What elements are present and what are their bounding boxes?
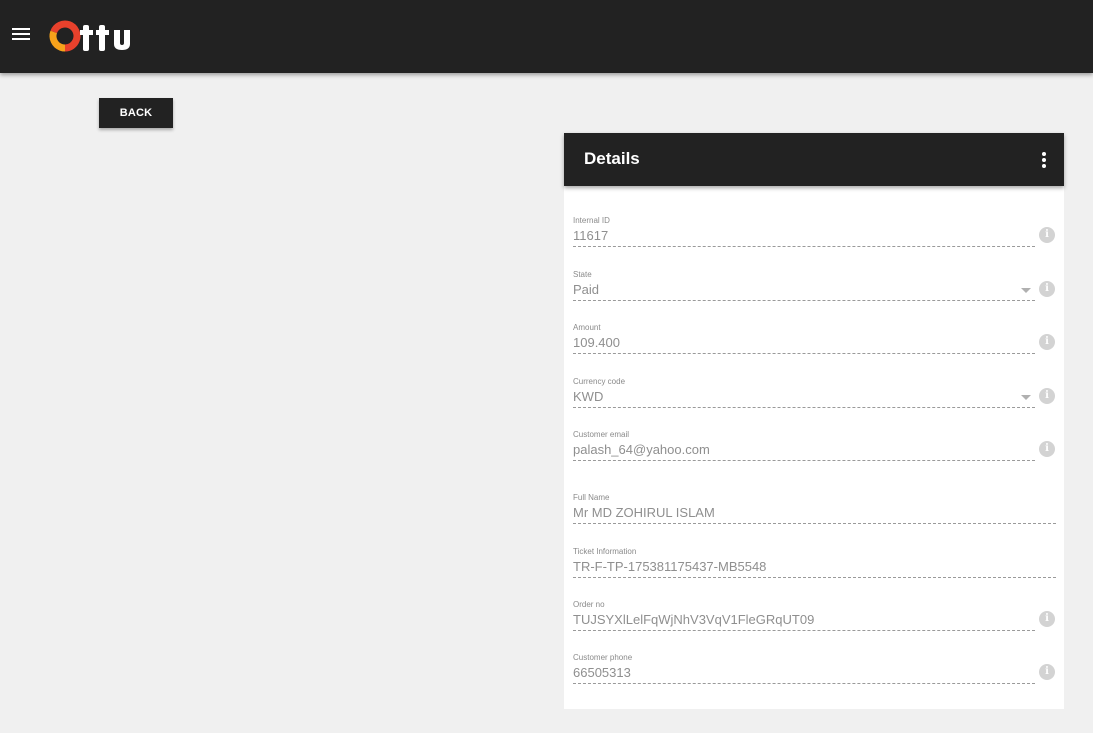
field-label: State <box>573 270 592 279</box>
dropdown-caret-icon[interactable] <box>1021 395 1031 400</box>
field-underline <box>573 523 1056 524</box>
back-button[interactable]: BACK <box>99 98 173 128</box>
field-label: Ticket Information <box>573 547 637 556</box>
field-underline <box>573 407 1035 408</box>
field-label: Internal ID <box>573 216 610 225</box>
field-label: Customer email <box>573 430 630 439</box>
field-value: TUJSYXlLelFqWjNhV3VqV1FleGRqUT09 <box>573 612 815 627</box>
field-underline <box>573 246 1035 247</box>
top-app-bar <box>0 0 1093 73</box>
field-value: 11617 <box>573 228 609 243</box>
field-value: Mr MD ZOHIRUL ISLAM <box>573 505 715 520</box>
field-label: Order no <box>573 600 605 609</box>
field-value: 109.400 <box>573 335 620 350</box>
info-icon[interactable]: i <box>1039 611 1055 627</box>
field-label: Currency code <box>573 377 626 386</box>
details-header: Details <box>564 133 1064 186</box>
details-title: Details <box>584 149 640 168</box>
ottu-logo[interactable] <box>48 17 144 55</box>
info-icon[interactable]: i <box>1039 281 1055 297</box>
more-options-icon[interactable] <box>1038 152 1050 168</box>
info-icon[interactable]: i <box>1039 441 1055 457</box>
field-underline <box>573 577 1056 578</box>
field-underline <box>573 460 1035 461</box>
info-icon[interactable]: i <box>1039 227 1055 243</box>
dropdown-caret-icon[interactable] <box>1021 288 1031 293</box>
details-panel: Details Internal ID 11617 i State Paid i… <box>564 133 1064 709</box>
field-label: Full Name <box>573 493 610 502</box>
field-value: 66505313 <box>573 665 631 680</box>
field-underline <box>573 630 1035 631</box>
info-icon[interactable]: i <box>1039 664 1055 680</box>
field-underline <box>573 353 1035 354</box>
field-label: Customer phone <box>573 653 633 662</box>
field-value: palash_64@yahoo.com <box>573 442 710 457</box>
hamburger-menu-icon[interactable] <box>12 28 30 42</box>
field-label: Amount <box>573 323 601 332</box>
field-underline <box>573 300 1035 301</box>
field-underline <box>573 683 1035 684</box>
field-value: TR-F-TP-175381175437-MB5548 <box>573 559 767 574</box>
info-icon[interactable]: i <box>1039 388 1055 404</box>
info-icon[interactable]: i <box>1039 334 1055 350</box>
field-value: KWD <box>573 389 604 404</box>
field-value: Paid <box>573 282 600 297</box>
